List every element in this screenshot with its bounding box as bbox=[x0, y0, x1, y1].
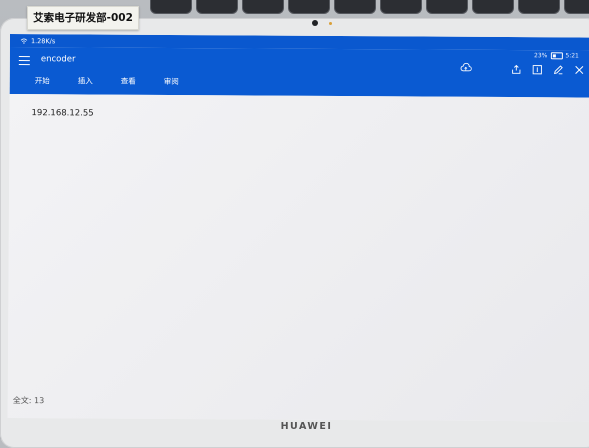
asset-label-sticker: 艾索电子研发部-002 bbox=[27, 6, 139, 30]
tab-start[interactable]: 开始 bbox=[35, 75, 50, 86]
tab-view[interactable]: 查看 bbox=[121, 76, 136, 87]
page-icon[interactable] bbox=[532, 64, 543, 75]
document-content[interactable]: 192.168.12.55 bbox=[31, 108, 93, 118]
app-bar: 23% 5:21 encoder 开始 插入 查看 审阅 bbox=[9, 46, 589, 98]
keyboard-key bbox=[334, 0, 376, 14]
keyboard-key bbox=[564, 0, 589, 14]
menu-icon[interactable] bbox=[18, 56, 30, 66]
keyboard-key bbox=[518, 0, 560, 14]
ribbon-tabs: 开始 插入 查看 审阅 bbox=[35, 75, 207, 87]
share-icon[interactable] bbox=[511, 64, 522, 75]
battery-icon bbox=[550, 52, 563, 60]
network-speed: 1.28K/s bbox=[30, 37, 56, 46]
keyboard-key bbox=[150, 0, 192, 14]
keyboard-key bbox=[242, 0, 284, 14]
cloud-sync-icon[interactable] bbox=[460, 62, 472, 73]
edit-icon[interactable] bbox=[553, 64, 564, 75]
keyboard-key bbox=[196, 0, 238, 14]
status-left: 1.28K/s bbox=[20, 37, 55, 45]
keyboard-key bbox=[288, 0, 330, 14]
keyboard-key bbox=[380, 0, 422, 14]
sensor-dot bbox=[329, 22, 332, 25]
document-area[interactable]: 192.168.12.55 全文: 13 bbox=[7, 93, 589, 422]
tab-review[interactable]: 审阅 bbox=[164, 76, 179, 87]
battery-percent: 23% bbox=[534, 52, 548, 60]
toolbar-icons bbox=[511, 64, 585, 75]
document-title: encoder bbox=[40, 54, 76, 65]
system-indicators: 23% 5:21 bbox=[534, 52, 579, 59]
keyboard-key bbox=[472, 0, 514, 14]
wifi-icon bbox=[20, 38, 28, 44]
word-count: 全文: 13 bbox=[12, 396, 45, 406]
close-icon[interactable] bbox=[574, 64, 585, 75]
device-brand-logo: HUAWEI bbox=[280, 421, 333, 432]
keyboard-key bbox=[426, 0, 468, 14]
tablet-screen: 1.28K/s 23% 5:21 encoder 开始 插入 查看 审阅 192… bbox=[7, 34, 589, 422]
clock: 5:21 bbox=[565, 52, 579, 60]
tab-insert[interactable]: 插入 bbox=[78, 75, 93, 86]
camera-dot bbox=[312, 20, 318, 26]
